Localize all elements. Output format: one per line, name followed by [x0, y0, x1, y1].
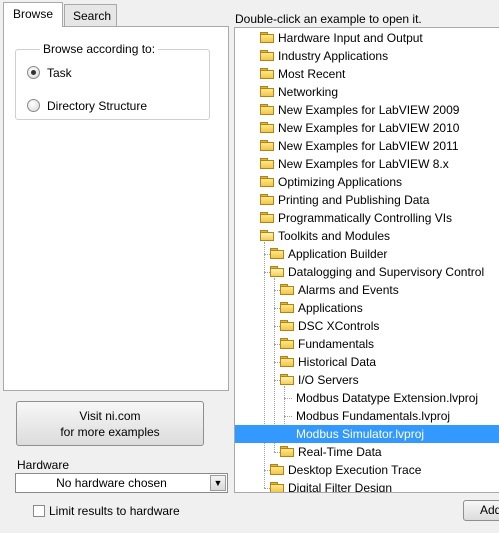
tree-folder-item[interactable]: Fundamentals	[235, 335, 499, 353]
folder-icon	[260, 122, 274, 133]
dropdown-arrow-icon[interactable]: ▼	[210, 475, 226, 491]
folder-icon	[260, 104, 274, 115]
tree-folder-item[interactable]: Hardware Input and Output	[235, 29, 499, 47]
folder-icon	[260, 176, 274, 187]
tree-item-label: Toolkits and Modules	[278, 229, 391, 243]
tab-browse[interactable]: Browse	[3, 2, 63, 27]
tree-folder-item[interactable]: Real-Time Data	[235, 443, 499, 461]
tree-folder-item[interactable]: New Examples for LabVIEW 2009	[235, 101, 499, 119]
tree-item-label: Historical Data	[298, 355, 377, 369]
tree-folder-item[interactable]: New Examples for LabVIEW 2010	[235, 119, 499, 137]
tree-file-item[interactable]: Modbus Simulator.lvproj	[235, 425, 499, 443]
tree-folder-item[interactable]: Programmatically Controlling VIs	[235, 209, 499, 227]
folder-open-icon	[270, 266, 284, 277]
tree-item-label: DSC XControls	[298, 319, 380, 333]
tree-folder-item[interactable]: Alarms and Events	[235, 281, 499, 299]
radio-selected-dot	[31, 70, 36, 75]
tree-item-label: Optimizing Applications	[278, 175, 403, 189]
tree-item-label: Printing and Publishing Data	[278, 193, 430, 207]
hardware-select[interactable]: No hardware chosen ▼	[15, 473, 228, 493]
tree-folder-item[interactable]: Networking	[235, 83, 499, 101]
hardware-label: Hardware	[17, 458, 70, 472]
folder-icon	[260, 32, 274, 43]
tree-folder-item[interactable]: Historical Data	[235, 353, 499, 371]
visit-ni-line2: for more examples	[60, 425, 160, 439]
tree-item-label: Hardware Input and Output	[278, 31, 423, 45]
tree-item-label: Real-Time Data	[298, 445, 382, 459]
folder-icon	[260, 68, 274, 79]
folder-icon	[280, 320, 294, 331]
tree-folder-item[interactable]: DSC XControls	[235, 317, 499, 335]
tree-folder-item[interactable]: Optimizing Applications	[235, 173, 499, 191]
tree-item-label: Alarms and Events	[298, 283, 399, 297]
tree-item-label: New Examples for LabVIEW 8.x	[278, 157, 449, 171]
folder-icon	[280, 446, 294, 457]
tree-item-label: Digital Filter Design	[288, 481, 393, 493]
tree-item-label: New Examples for LabVIEW 2010	[278, 121, 460, 135]
browse-groupbox-legend: Browse according to:	[40, 42, 159, 56]
visit-ni-button[interactable]: Visit ni.com for more examples	[16, 401, 204, 446]
radio-task[interactable]	[27, 66, 40, 79]
folder-icon	[280, 338, 294, 349]
tree-folder-item[interactable]: Printing and Publishing Data	[235, 191, 499, 209]
tree-item-label: Modbus Fundamentals.lvproj	[296, 409, 451, 423]
tree-folder-item[interactable]: Most Recent	[235, 65, 499, 83]
tree-folder-item[interactable]: New Examples for LabVIEW 2011	[235, 137, 499, 155]
visit-ni-line1: Visit ni.com	[79, 409, 141, 423]
instructions-text: Double-click an example to open it.	[235, 12, 422, 26]
radio-task-label[interactable]: Task	[47, 66, 72, 80]
folder-icon	[270, 482, 284, 492]
folder-icon	[280, 284, 294, 295]
folder-icon	[260, 86, 274, 97]
folder-icon	[280, 302, 294, 313]
examples-tree[interactable]: Hardware Input and Output Industry Applic…	[234, 27, 499, 493]
tree-folder-item[interactable]: Desktop Execution Trace	[235, 461, 499, 479]
radio-directory-structure[interactable]	[27, 99, 40, 112]
tree-item-label: Fundamentals	[298, 337, 375, 351]
tab-search[interactable]: Search	[64, 4, 117, 26]
tree-item-label: Most Recent	[278, 67, 346, 81]
tree-item-label: Application Builder	[288, 247, 388, 261]
limit-hardware-checkbox[interactable]	[33, 505, 45, 517]
folder-icon	[270, 464, 284, 475]
tree-item-label: Networking	[278, 85, 339, 99]
folder-open-icon	[280, 374, 294, 385]
tree-folder-item[interactable]: I/O Servers	[235, 371, 499, 389]
tree-item-label: Programmatically Controlling VIs	[278, 211, 453, 225]
folder-icon	[260, 50, 274, 61]
add-button-label: Add	[480, 503, 499, 517]
folder-icon	[260, 140, 274, 151]
folder-icon	[280, 356, 294, 367]
folder-icon	[260, 194, 274, 205]
folder-icon	[260, 212, 274, 223]
tree-folder-item[interactable]: Industry Applications	[235, 47, 499, 65]
tree-folder-item[interactable]: Digital Filter Design	[235, 479, 499, 493]
radio-directory-structure-label[interactable]: Directory Structure	[47, 99, 147, 113]
folder-icon	[270, 248, 284, 259]
tree-folder-item[interactable]: Applications	[235, 299, 499, 317]
tree-item-label: Applications	[298, 301, 363, 315]
tree-item-label: Modbus Datatype Extension.lvproj	[296, 391, 479, 405]
tree-item-label: New Examples for LabVIEW 2009	[278, 103, 460, 117]
tab-search-label: Search	[73, 9, 112, 23]
tree-item-label: Industry Applications	[278, 49, 389, 63]
tree-file-item[interactable]: Modbus Fundamentals.lvproj	[235, 407, 499, 425]
folder-icon	[260, 158, 274, 169]
tree-folder-item[interactable]: Datalogging and Supervisory Control	[235, 263, 499, 281]
tree-folder-item[interactable]: New Examples for LabVIEW 8.x	[235, 155, 499, 173]
tree-folder-item[interactable]: Application Builder	[235, 245, 499, 263]
tree-item-label: Datalogging and Supervisory Control	[288, 265, 485, 279]
folder-open-icon	[260, 230, 274, 241]
tree-folder-item[interactable]: Toolkits and Modules	[235, 227, 499, 245]
limit-hardware-label[interactable]: Limit results to hardware	[49, 504, 180, 518]
tab-browse-label: Browse	[12, 7, 53, 21]
tree-file-item[interactable]: Modbus Datatype Extension.lvproj	[235, 389, 499, 407]
hardware-select-value: No hardware chosen	[56, 476, 167, 490]
tree-item-label: Desktop Execution Trace	[288, 463, 422, 477]
add-button[interactable]: Add	[463, 500, 499, 521]
tree-item-label: New Examples for LabVIEW 2011	[278, 139, 459, 153]
tree-item-label: I/O Servers	[298, 373, 359, 387]
tree-item-label: Modbus Simulator.lvproj	[296, 427, 425, 441]
